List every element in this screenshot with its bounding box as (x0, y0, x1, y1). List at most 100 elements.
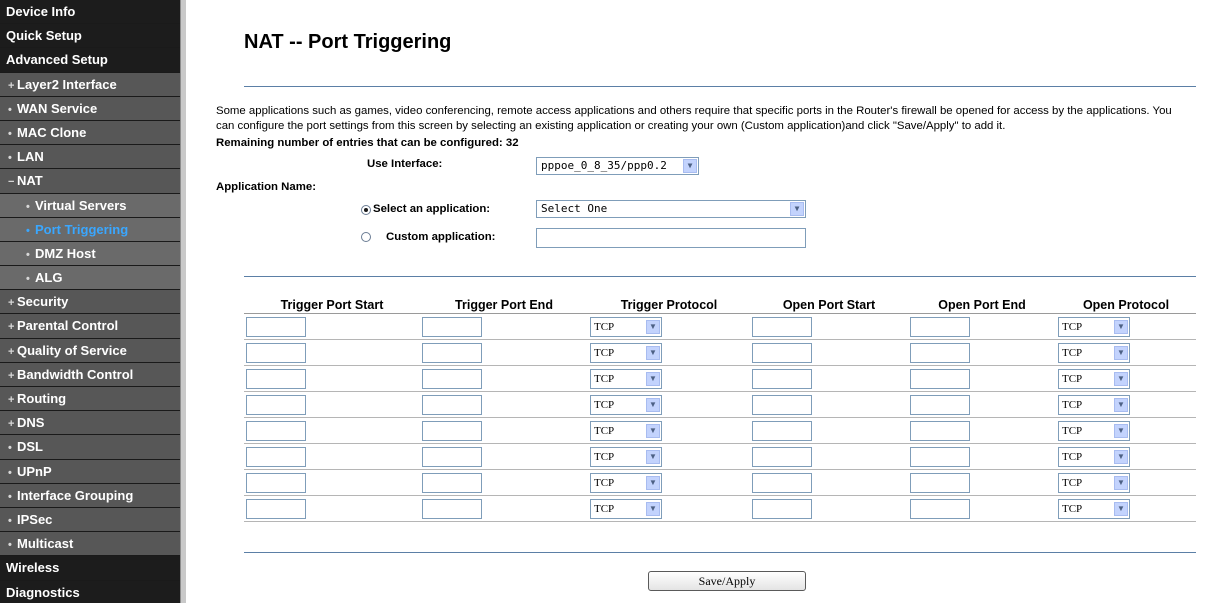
trigger-port-end-input[interactable] (422, 498, 482, 519)
remaining-count: 32 (505, 137, 519, 149)
trigger-port-start-input[interactable] (246, 368, 306, 389)
trigger-port-start-input[interactable] (246, 394, 306, 415)
chevron-down-icon: ▼ (1114, 345, 1128, 360)
use-interface-select[interactable]: pppoe_0_8_35/ppp0.2 ▼ (536, 157, 699, 175)
table-cell (750, 313, 908, 340)
open-protocol-select[interactable]: TCP ▼ (1058, 394, 1130, 415)
open-protocol-select[interactable]: TCP ▼ (1058, 420, 1130, 441)
open-port-start-input[interactable] (752, 498, 812, 519)
sidebar-item-label: Multicast (17, 536, 74, 552)
trigger-protocol-select[interactable]: TCP ▼ (590, 498, 662, 519)
sidebar-item-label: Diagnostics (6, 584, 80, 600)
sidebar-item-multicast[interactable]: • Multicast (0, 532, 180, 557)
trigger-port-end-input[interactable] (422, 342, 482, 363)
table-cell (908, 469, 1056, 496)
open-port-start-input[interactable] (752, 316, 812, 337)
trigger-port-end-input[interactable] (422, 316, 482, 337)
open-protocol-select[interactable]: TCP ▼ (1058, 342, 1130, 363)
trigger-protocol-select[interactable]: TCP ▼ (590, 368, 662, 389)
open-port-end-input[interactable] (910, 394, 970, 415)
bullet-icon: • (26, 273, 30, 286)
sidebar-item-label: Layer2 Interface (17, 76, 117, 92)
sidebar-item-quality-of-service[interactable]: + Quality of Service (0, 338, 180, 363)
sidebar-item-wan-service[interactable]: • WAN Service (0, 96, 180, 121)
trigger-protocol-select[interactable]: TCP ▼ (590, 394, 662, 415)
remaining-label: Remaining number of entries that can be … (216, 137, 503, 149)
trigger-protocol-select[interactable]: TCP ▼ (590, 342, 662, 363)
open-port-end-input[interactable] (910, 446, 970, 467)
sidebar-item-virtual-servers[interactable]: • Virtual Servers (0, 193, 180, 218)
open-port-start-input[interactable] (752, 394, 812, 415)
open-protocol-select[interactable]: TCP ▼ (1058, 498, 1130, 519)
sidebar-item-diagnostics[interactable]: Diagnostics (0, 580, 180, 603)
open-protocol-select[interactable]: TCP ▼ (1058, 472, 1130, 493)
table-cell (908, 417, 1056, 444)
sidebar-item-quick-setup[interactable]: Quick Setup (0, 24, 180, 49)
bullet-icon: • (8, 466, 12, 479)
sidebar-item-dns[interactable]: + DNS (0, 411, 180, 436)
open-port-end-input[interactable] (910, 316, 970, 337)
open-port-start-input[interactable] (752, 342, 812, 363)
port-triggering-table: Trigger Port Start Trigger Port End Trigge… (244, 296, 1196, 522)
table-cell (420, 365, 588, 392)
sidebar-item-label: Virtual Servers (35, 197, 127, 213)
table-cell (420, 495, 588, 522)
open-port-start-input[interactable] (752, 472, 812, 493)
table-cell (750, 417, 908, 444)
sidebar-item-dsl[interactable]: • DSL (0, 435, 180, 460)
custom-application-input[interactable] (536, 228, 806, 248)
table-cell: TCP ▼ (1056, 365, 1196, 392)
sidebar-item-interface-grouping[interactable]: • Interface Grouping (0, 483, 180, 508)
trigger-port-start-input[interactable] (246, 498, 306, 519)
trigger-port-end-input[interactable] (422, 420, 482, 441)
trigger-protocol-select[interactable]: TCP ▼ (590, 316, 662, 337)
sidebar-item-port-triggering[interactable]: • Port Triggering (0, 217, 180, 242)
custom-application-radio[interactable] (361, 232, 371, 242)
select-application-radio[interactable] (361, 205, 371, 215)
open-port-end-input[interactable] (910, 498, 970, 519)
sidebar-item-advanced-setup[interactable]: Advanced Setup (0, 48, 180, 73)
sidebar-item-device-info[interactable]: Device Info (0, 0, 180, 25)
open-port-end-input[interactable] (910, 472, 970, 493)
open-protocol-select[interactable]: TCP ▼ (1058, 368, 1130, 389)
trigger-protocol-select[interactable]: TCP ▼ (590, 420, 662, 441)
trigger-port-end-input[interactable] (422, 472, 482, 493)
sidebar-item-bandwidth-control[interactable]: + Bandwidth Control (0, 362, 180, 387)
table-cell (244, 365, 420, 392)
sidebar-item-parental-control[interactable]: + Parental Control (0, 314, 180, 339)
open-port-start-input[interactable] (752, 446, 812, 467)
save-apply-button[interactable]: Save/Apply (648, 571, 806, 591)
trigger-protocol-select[interactable]: TCP ▼ (590, 446, 662, 467)
open-port-end-input[interactable] (910, 420, 970, 441)
bullet-icon: • (26, 224, 30, 237)
sidebar-item-alg[interactable]: • ALG (0, 266, 180, 291)
bullet-icon: + (8, 418, 15, 431)
trigger-port-start-input[interactable] (246, 446, 306, 467)
sidebar-item-wireless[interactable]: Wireless (0, 556, 180, 581)
sidebar-item-dmz-host[interactable]: • DMZ Host (0, 241, 180, 267)
sidebar-item-ipsec[interactable]: • IPSec (0, 507, 180, 533)
trigger-port-start-input[interactable] (246, 342, 306, 363)
sidebar-item-upnp[interactable]: • UPnP (0, 459, 180, 484)
trigger-port-end-input[interactable] (422, 368, 482, 389)
trigger-port-end-input[interactable] (422, 394, 482, 415)
trigger-port-start-input[interactable] (246, 472, 306, 493)
open-port-start-input[interactable] (752, 368, 812, 389)
trigger-port-start-input[interactable] (246, 316, 306, 337)
open-protocol-select[interactable]: TCP ▼ (1058, 316, 1130, 337)
open-protocol-select[interactable]: TCP ▼ (1058, 446, 1130, 467)
trigger-port-end-input[interactable] (422, 446, 482, 467)
sidebar-item-routing[interactable]: + Routing (0, 387, 180, 412)
trigger-port-start-input[interactable] (246, 420, 306, 441)
select-application-dropdown[interactable]: Select One ▼ (536, 200, 806, 218)
sidebar-item-lan[interactable]: • LAN (0, 145, 180, 170)
sidebar-item-nat[interactable]: − NAT (0, 169, 180, 194)
trigger-protocol-select[interactable]: TCP ▼ (590, 472, 662, 493)
open-port-start-input[interactable] (752, 420, 812, 441)
table-cell (244, 469, 420, 496)
sidebar-item-layer2-interface[interactable]: + Layer2 Interface (0, 72, 180, 97)
sidebar-item-security[interactable]: + Security (0, 290, 180, 315)
open-port-end-input[interactable] (910, 368, 970, 389)
sidebar-item-mac-clone[interactable]: • MAC Clone (0, 120, 180, 146)
open-port-end-input[interactable] (910, 342, 970, 363)
